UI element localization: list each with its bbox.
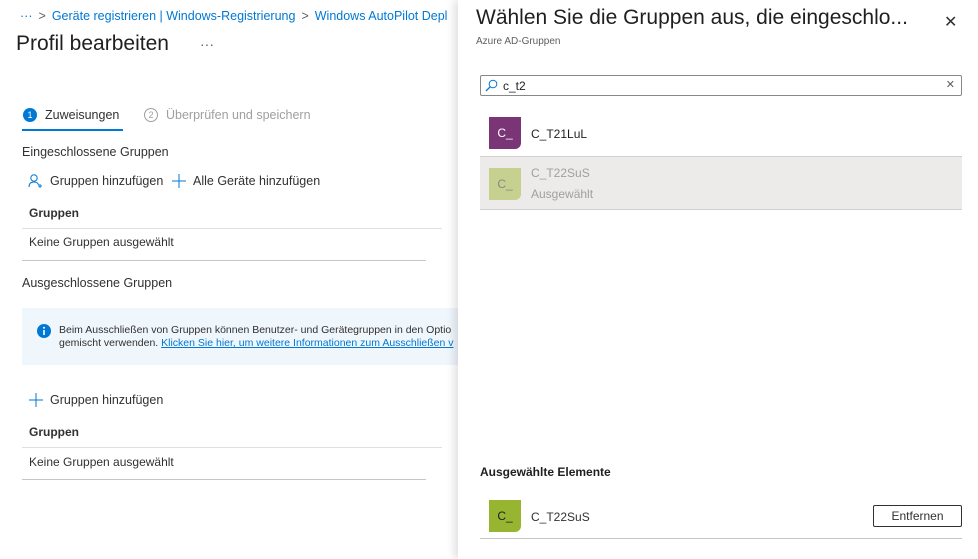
divider bbox=[22, 447, 442, 448]
breadcrumb: ··· > Geräte registrieren | Windows-Regist… bbox=[20, 9, 448, 23]
tab-review[interactable]: 2 Überprüfen und speichern bbox=[144, 108, 311, 122]
group-name: C_T21LuL bbox=[531, 127, 588, 141]
breadcrumb-item[interactable]: Geräte registrieren | Windows-Registrier… bbox=[52, 9, 296, 23]
group-avatar: C_ bbox=[489, 117, 521, 149]
active-tab-indicator bbox=[22, 129, 123, 131]
info-text: Beim Ausschließen von Gruppen können Ben… bbox=[59, 324, 452, 336]
group-picker-panel: Wählen Sie die Gruppen aus, die eingesch… bbox=[458, 0, 978, 559]
group-status: Ausgewählt bbox=[531, 187, 594, 201]
group-name: C_T22SuS bbox=[531, 166, 590, 180]
divider bbox=[22, 228, 442, 229]
included-heading: Eingeschlossene Gruppen bbox=[22, 145, 169, 159]
step-number: 2 bbox=[144, 108, 158, 122]
step-label: Überprüfen und speichern bbox=[166, 108, 311, 122]
step-label: Zuweisungen bbox=[45, 108, 120, 122]
empty-state: Keine Gruppen ausgewählt bbox=[29, 235, 174, 249]
add-all-devices-button[interactable]: Alle Geräte hinzufügen bbox=[171, 173, 320, 189]
panel-title: Wählen Sie die Gruppen aus, die eingesch… bbox=[476, 6, 908, 29]
divider bbox=[22, 260, 426, 261]
add-user-icon bbox=[28, 174, 42, 188]
more-options-button[interactable]: ··· bbox=[200, 36, 214, 52]
remove-button[interactable]: Entfernen bbox=[873, 505, 962, 527]
page-title: Profil bearbeiten bbox=[16, 32, 169, 55]
divider bbox=[22, 479, 426, 480]
search-value: c_t2 bbox=[503, 79, 526, 93]
plus-icon bbox=[29, 393, 43, 407]
add-excluded-groups-button[interactable]: Gruppen hinzufügen bbox=[28, 392, 163, 408]
search-icon bbox=[485, 79, 498, 92]
clear-search-icon[interactable]: ✕ bbox=[946, 78, 955, 91]
group-avatar: C_ bbox=[489, 500, 521, 532]
breadcrumb-ellipsis[interactable]: ··· bbox=[20, 9, 33, 23]
info-text: gemischt verwenden. bbox=[59, 337, 159, 349]
selected-group-name: C_T22SuS bbox=[531, 510, 590, 524]
add-all-devices-label: Alle Geräte hinzufügen bbox=[193, 174, 321, 188]
info-link[interactable]: Klicken Sie hier, um weitere Information… bbox=[161, 337, 453, 349]
add-groups-label: Gruppen hinzufügen bbox=[50, 174, 164, 188]
result-item-selected[interactable]: C_ C_T22SuS Ausgewählt bbox=[480, 156, 962, 210]
tab-assignments[interactable]: 1 Zuweisungen bbox=[23, 108, 119, 122]
empty-state: Keine Gruppen ausgewählt bbox=[29, 455, 174, 469]
selected-heading: Ausgewählte Elemente bbox=[480, 465, 611, 479]
breadcrumb-item[interactable]: Windows AutoPilot Depl bbox=[315, 9, 448, 23]
column-header-groups: Gruppen bbox=[29, 206, 79, 220]
excluded-heading: Ausgeschlossene Gruppen bbox=[22, 276, 173, 290]
search-input[interactable]: c_t2 ✕ bbox=[480, 75, 962, 96]
step-number: 1 bbox=[23, 108, 37, 122]
column-header-groups: Gruppen bbox=[29, 425, 79, 439]
info-icon bbox=[37, 324, 51, 338]
panel-subtitle: Azure AD-Gruppen bbox=[476, 36, 561, 47]
add-groups-label: Gruppen hinzufügen bbox=[50, 393, 164, 407]
result-item[interactable]: C_ C_T21LuL bbox=[480, 110, 962, 156]
close-icon[interactable]: ✕ bbox=[944, 12, 957, 32]
divider bbox=[480, 538, 962, 539]
info-banner: Beim Ausschließen von Gruppen können Ben… bbox=[22, 308, 458, 365]
add-groups-button[interactable]: Gruppen hinzufügen bbox=[28, 173, 163, 189]
group-avatar: C_ bbox=[489, 168, 521, 200]
plus-icon bbox=[172, 174, 186, 188]
